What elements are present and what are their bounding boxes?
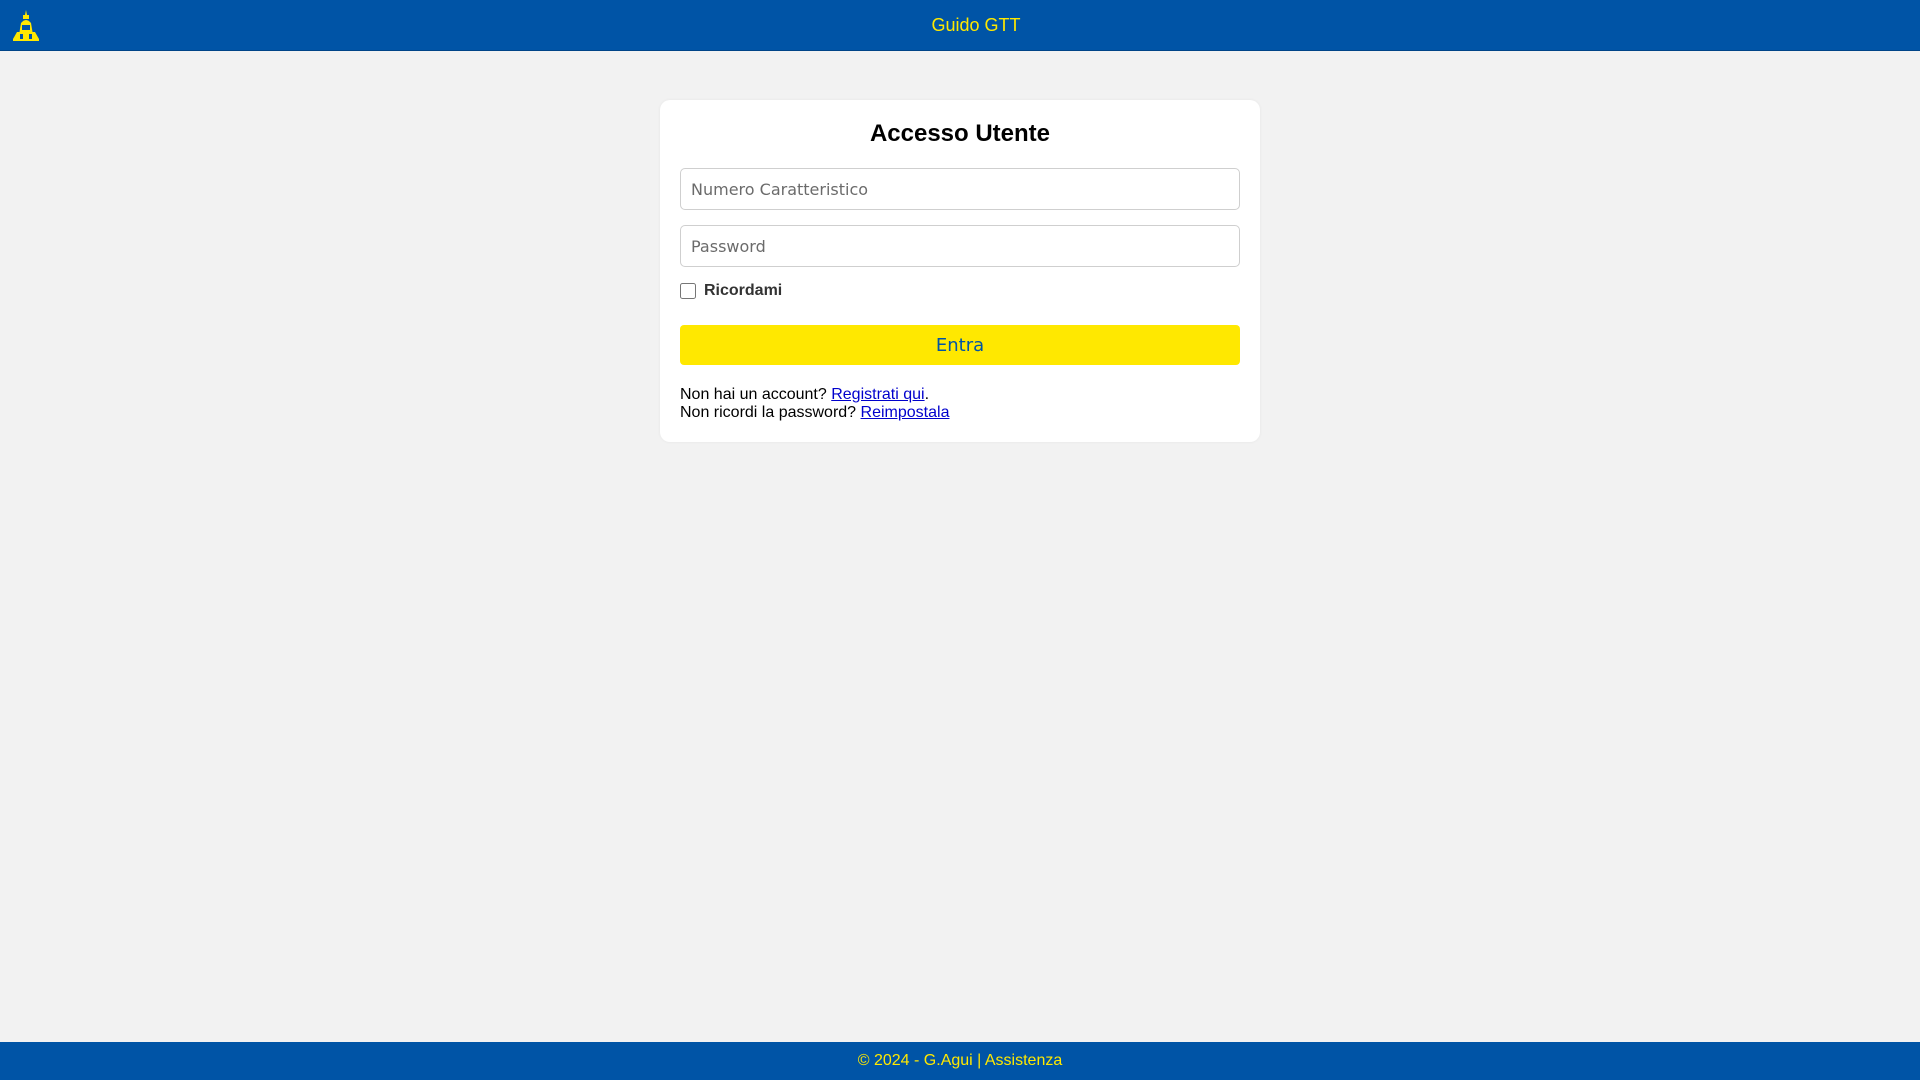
register-suffix: . <box>924 386 930 403</box>
remember-me[interactable]: Ricordami <box>680 282 782 300</box>
account-links: Non hai un account? Registrati qui. Non … <box>680 386 949 422</box>
login-card: Accesso Utente Ricordami Entra Non hai u… <box>660 100 1260 442</box>
password-field[interactable] <box>680 225 1240 267</box>
support-link[interactable]: Assistenza <box>985 1052 1062 1069</box>
username-field[interactable] <box>680 168 1240 210</box>
reset-line: Non ricordi la password? Reimpostala <box>680 404 949 422</box>
register-prompt: Non hai un account? <box>680 386 832 403</box>
remember-label: Ricordami <box>704 282 783 299</box>
login-button[interactable]: Entra <box>680 325 1240 365</box>
footer-copyright: © 2024 - G.Agui | <box>857 1052 985 1069</box>
reset-password-link[interactable]: Reimpostala <box>861 404 950 421</box>
top-bar: Guido GTT <box>0 0 1920 51</box>
register-line: Non hai un account? Registrati qui. <box>680 386 949 404</box>
app-title: Guido GTT <box>931 15 1021 35</box>
remember-checkbox[interactable] <box>680 283 696 299</box>
reset-prompt: Non ricordi la password? <box>680 404 861 421</box>
footer: © 2024 - G.Agui | Assistenza <box>0 1042 1920 1080</box>
register-link[interactable]: Registrati qui <box>831 386 924 403</box>
login-title: Accesso Utente <box>869 120 1051 147</box>
